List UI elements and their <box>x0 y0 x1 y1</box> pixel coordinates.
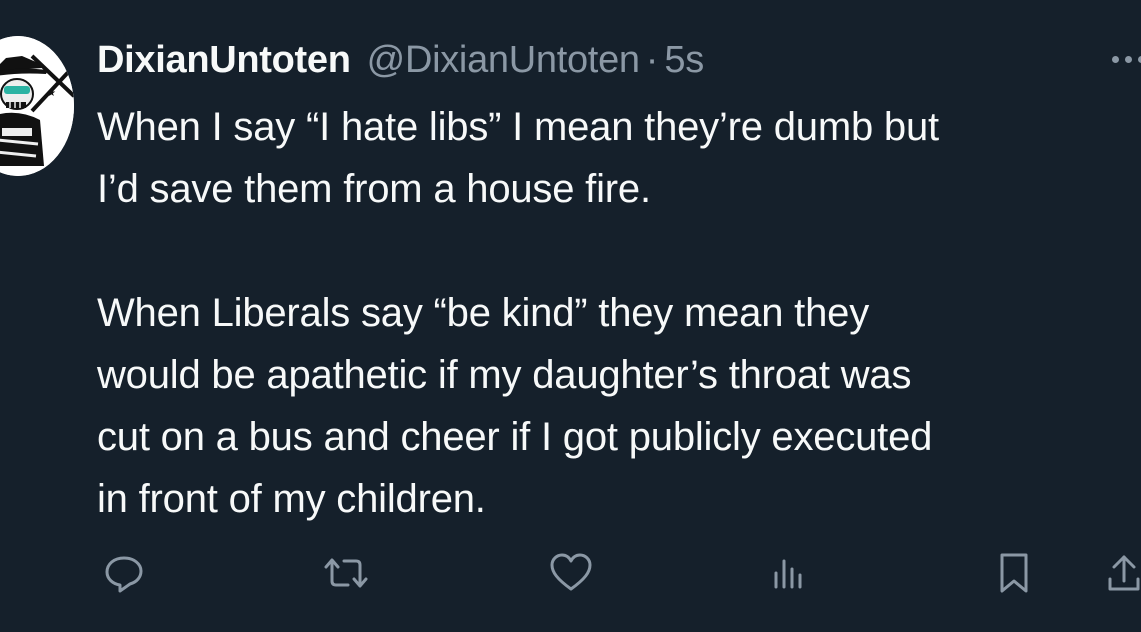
like-button[interactable] <box>546 548 596 598</box>
more-dot <box>1125 56 1132 63</box>
separator-dot: · <box>645 39 659 81</box>
tweet-text: When I say “I hate libs” I mean they’re … <box>97 96 1137 530</box>
heart-icon <box>550 553 592 591</box>
timestamp[interactable]: 5s <box>664 34 704 86</box>
retweet-button[interactable] <box>316 548 376 598</box>
more-horizontal-icon[interactable] <box>1112 52 1141 68</box>
tweet-line: cut on a bus and cheer if I got publicly… <box>97 415 933 459</box>
tweet-line: When I say “I hate libs” I mean they’re … <box>97 105 939 149</box>
reply-icon <box>105 556 143 593</box>
avatar-image: ★ <box>0 36 74 176</box>
reply-button[interactable] <box>100 548 148 598</box>
tweet-line: in front of my children. <box>97 477 486 521</box>
tweet-header: DixianUntoten @DixianUntoten · 5s <box>97 34 704 86</box>
share-icon <box>1108 555 1140 591</box>
tweet-line: would be apathetic if my daughter’s thro… <box>97 353 912 397</box>
views-icon <box>774 559 802 589</box>
tweet-line: I’d save them from a house fire. <box>97 167 651 211</box>
more-dot <box>1112 56 1119 63</box>
retweet-icon <box>324 558 368 588</box>
bookmark-button[interactable] <box>994 548 1034 598</box>
share-button[interactable] <box>1106 548 1141 598</box>
display-name[interactable]: DixianUntoten <box>97 34 351 86</box>
views-button[interactable] <box>768 548 808 598</box>
tweet: ★ DixianUntoten @DixianUntoten · 5s When… <box>0 0 1141 632</box>
action-bar <box>0 548 1141 598</box>
bookmark-icon <box>1000 553 1028 593</box>
avatar[interactable]: ★ <box>0 36 74 176</box>
tweet-line: When Liberals say “be kind” they mean th… <box>97 291 869 335</box>
user-handle[interactable]: @DixianUntoten <box>367 34 640 86</box>
svg-text:★: ★ <box>47 88 56 99</box>
